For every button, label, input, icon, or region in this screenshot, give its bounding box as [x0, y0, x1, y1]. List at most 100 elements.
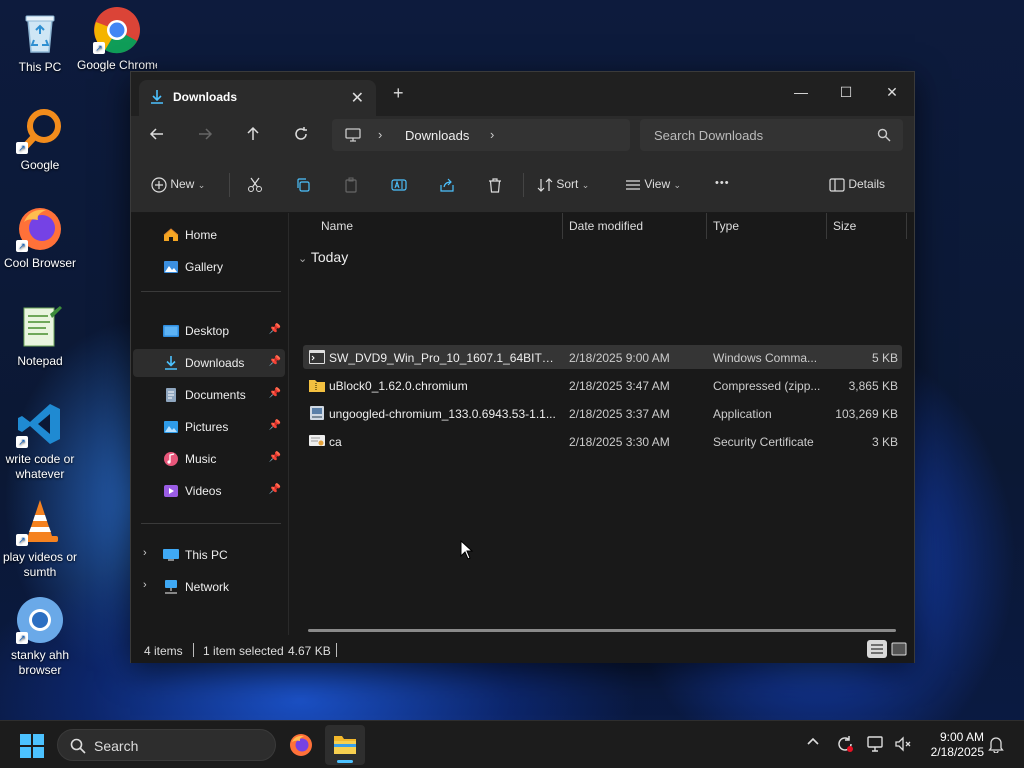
view-button[interactable]: View ⌄: [625, 177, 681, 193]
more-options-button[interactable]: •••: [715, 177, 730, 189]
up-arrow-icon[interactable]: [245, 126, 261, 147]
sidebar-item-desktop[interactable]: Desktop 📌: [133, 317, 285, 345]
music-icon: [164, 452, 178, 466]
sidebar-item-label: Videos: [185, 484, 222, 498]
table-row[interactable]: ungoogled-chromium_133.0.6943.53-1.1... …: [303, 401, 902, 425]
chevron-right-icon[interactable]: ›: [143, 547, 147, 559]
horizontal-scrollbar[interactable]: [308, 629, 896, 632]
column-divider[interactable]: [826, 213, 827, 239]
home-icon: [163, 228, 179, 241]
cut-button[interactable]: [247, 177, 263, 193]
desktop-icon-this-pc[interactable]: This PC: [0, 8, 80, 75]
table-row[interactable]: SW_DVD9_Win_Pro_10_1607.1_64BIT_Eng... 2…: [303, 345, 902, 369]
taskbar-firefox-button[interactable]: [281, 725, 321, 765]
sidebar-item-pictures[interactable]: Pictures 📌: [133, 413, 285, 441]
desktop-icon-notepad[interactable]: Notepad: [0, 302, 80, 369]
file-explorer-window[interactable]: Downloads ✕ + — ☐ ✕ › Downloads › Search…: [130, 71, 915, 663]
group-header-today[interactable]: ⌄ Today: [298, 249, 348, 265]
table-row[interactable]: ca 2/18/2025 3:30 AM Security Certificat…: [303, 429, 902, 453]
desktop-icon-google[interactable]: ↗ Google: [0, 106, 80, 173]
column-divider[interactable]: [562, 213, 563, 239]
column-header-date[interactable]: Date modified: [569, 219, 643, 233]
desktop-icon-cool-browser[interactable]: ↗ Cool Browser: [0, 204, 80, 271]
address-bar[interactable]: › Downloads ›: [332, 119, 630, 151]
search-input[interactable]: [640, 119, 903, 151]
sidebar-divider: [141, 291, 281, 292]
sidebar-item-videos[interactable]: Videos 📌: [133, 477, 285, 505]
column-header-name[interactable]: Name: [321, 219, 353, 233]
pin-icon[interactable]: 📌: [269, 420, 281, 431]
network-status-icon[interactable]: [866, 735, 884, 756]
column-divider[interactable]: [906, 213, 907, 239]
sidebar-item-this-pc[interactable]: › This PC: [133, 541, 285, 569]
pin-icon[interactable]: 📌: [269, 356, 281, 367]
sidebar-item-music[interactable]: Music 📌: [133, 445, 285, 473]
sort-button[interactable]: Sort ⌄: [537, 177, 589, 193]
shortcut-arrow-icon: ↗: [16, 534, 28, 546]
table-row[interactable]: uBlock0_1.62.0.chromium 2/18/2025 3:47 A…: [303, 373, 902, 397]
sidebar-item-downloads[interactable]: Downloads 📌: [133, 349, 285, 377]
column-header-type[interactable]: Type: [713, 219, 739, 233]
chevron-right-icon[interactable]: ›: [378, 127, 382, 142]
status-divider: [193, 643, 194, 657]
start-button[interactable]: [20, 734, 44, 761]
list-view-icon: [626, 180, 640, 190]
desktop-icon-google-chrome[interactable]: ↗ Google Chrome: [77, 6, 157, 73]
notepad-icon: [16, 302, 64, 350]
chevron-right-icon[interactable]: ›: [143, 579, 147, 591]
sidebar-item-network[interactable]: › Network: [133, 573, 285, 601]
volume-muted-icon[interactable]: [894, 735, 912, 756]
desktop-icon-stanky-browser[interactable]: ↗ stanky ahh browser: [0, 596, 80, 678]
system-clock[interactable]: 9:00 AM 2/18/2025: [914, 730, 984, 760]
sort-icon: [537, 178, 553, 192]
pin-icon[interactable]: 📌: [269, 388, 281, 399]
file-name: SW_DVD9_Win_Pro_10_1607.1_64BIT_Eng...: [329, 351, 557, 365]
sidebar-item-gallery[interactable]: Gallery: [133, 253, 285, 281]
taskbar-file-explorer-button[interactable]: [325, 725, 365, 765]
rename-button[interactable]: [391, 177, 407, 193]
pin-icon[interactable]: 📌: [269, 484, 281, 495]
pin-icon[interactable]: 📌: [269, 324, 281, 335]
tiles-view-button[interactable]: [889, 640, 909, 658]
forward-arrow-icon[interactable]: [197, 126, 213, 147]
new-button[interactable]: New ⌄: [151, 177, 205, 193]
sync-icon[interactable]: [836, 735, 854, 756]
share-button[interactable]: [439, 177, 455, 193]
desktop-icon-vscode[interactable]: ↗ write code or whatever: [0, 400, 80, 482]
zip-folder-icon: [309, 380, 325, 392]
file-date: 2/18/2025 3:30 AM: [569, 435, 670, 449]
tray-overflow-chevron-icon[interactable]: [806, 735, 820, 752]
tab-close-button[interactable]: ✕: [351, 88, 364, 108]
desktop-icon-vlc[interactable]: ↗ play videos or sumth: [0, 498, 80, 580]
details-pane-button[interactable]: Details: [829, 177, 885, 193]
maximize-button[interactable]: ☐: [826, 78, 866, 106]
computer-icon: [163, 549, 179, 561]
installer-icon: [310, 406, 324, 420]
minimize-button[interactable]: —: [781, 78, 821, 106]
paste-button[interactable]: [343, 177, 359, 193]
tab-downloads[interactable]: Downloads ✕: [139, 80, 376, 116]
copy-button[interactable]: [295, 177, 311, 193]
clock-time: 9:00 AM: [939, 730, 984, 744]
file-type: Compressed (zipp...: [713, 379, 821, 393]
column-header-size[interactable]: Size: [833, 219, 856, 233]
new-tab-button[interactable]: +: [393, 83, 404, 104]
notification-bell-icon[interactable]: [988, 735, 1004, 756]
rename-icon: [391, 179, 407, 191]
breadcrumb-downloads[interactable]: Downloads: [405, 128, 469, 143]
chevron-right-icon[interactable]: ›: [490, 127, 494, 142]
details-view-button[interactable]: [867, 640, 887, 658]
desktop-icon-label: Notepad: [17, 354, 63, 368]
back-arrow-icon[interactable]: [149, 126, 165, 147]
sidebar-item-documents[interactable]: Documents 📌: [133, 381, 285, 409]
column-divider[interactable]: [706, 213, 707, 239]
taskbar-search-box[interactable]: Search: [57, 729, 276, 761]
search-icon: [70, 738, 86, 754]
title-bar[interactable]: Downloads ✕ + — ☐ ✕: [131, 72, 914, 116]
delete-button[interactable]: [487, 177, 503, 193]
pin-icon[interactable]: 📌: [269, 452, 281, 463]
sidebar-item-label: Downloads: [185, 356, 245, 370]
refresh-icon[interactable]: [293, 126, 309, 147]
sidebar-item-home[interactable]: Home: [133, 221, 285, 249]
close-window-button[interactable]: ✕: [872, 78, 912, 106]
